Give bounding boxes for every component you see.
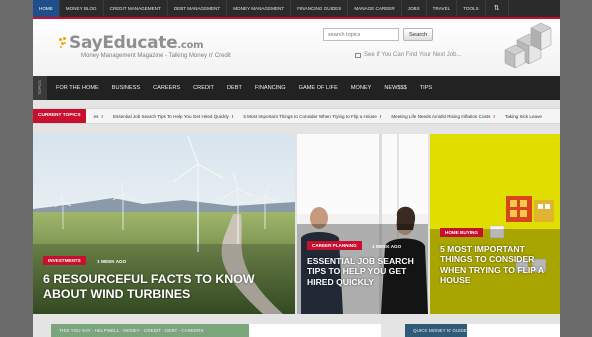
site-header: SayEducate.com Money Management Magazine… — [33, 19, 560, 76]
ticker-item[interactable]: es! — [94, 114, 103, 119]
nav-money[interactable]: Money — [344, 76, 378, 100]
site-tagline: Money Management Magazine - Talking Mone… — [81, 53, 231, 59]
topnav-home[interactable]: Home — [33, 0, 60, 17]
nav-careers[interactable]: Careers — [147, 76, 187, 100]
nav-debt[interactable]: Debt — [220, 76, 248, 100]
nav-business[interactable]: Business — [105, 76, 146, 100]
logo-text: SayEducate.com — [69, 33, 204, 53]
cubes-graphic — [504, 22, 552, 69]
job-search-link[interactable]: See If You Can Find Your Next Job... — [355, 52, 461, 58]
nav-game-of-life[interactable]: Game of Life — [292, 76, 344, 100]
category-tag[interactable]: Investments — [43, 256, 86, 265]
topnav-manage-career[interactable]: Manage Career — [348, 0, 402, 17]
more-menu-icon[interactable]: ⇅ — [486, 0, 509, 17]
featured-post-job-search[interactable]: Career Planning 1 week ago Essential Job… — [297, 134, 428, 314]
ticker-item[interactable]: Meeting Life Needs Amidst Rising Inflati… — [391, 114, 495, 119]
featured-post-wind-turbines[interactable]: Investments 1 week ago 6 Resourceful Fac… — [33, 134, 295, 314]
nav-tips[interactable]: Tips — [413, 76, 438, 100]
ticker-item[interactable]: 5 Most Important Things to Consider When… — [243, 114, 381, 119]
briefcase-icon — [355, 52, 361, 58]
ticker-item[interactable]: Taking Sick Leave — [505, 114, 542, 119]
site-logo[interactable]: SayEducate.com — [59, 33, 204, 53]
job-search-link-label: See If You Can Find Your Next Job... — [364, 52, 462, 58]
logo-dots-icon — [59, 37, 67, 49]
post-title[interactable]: 6 Resourceful Facts to Know About Wind T… — [43, 272, 283, 302]
post-title[interactable]: Essential Job Search Tips to Help You Ge… — [307, 256, 422, 287]
search-button[interactable]: Search — [403, 28, 434, 41]
top-nav: Home Money Blog Credit Management Debt M… — [33, 0, 560, 19]
topnav-money-blog[interactable]: Money Blog — [60, 0, 104, 17]
ticker-item[interactable]: Essential Job Search Tips To Help You Ge… — [113, 114, 233, 119]
nav-financing[interactable]: Financing — [248, 76, 292, 100]
section-header[interactable]: This you say - Helpwell - Money - Credit… — [51, 324, 249, 337]
featured-post-flip-house[interactable]: Home Buying 5 Most Important Things to C… — [430, 134, 560, 314]
topnav-financing-guides[interactable]: Financing Guides — [291, 0, 349, 17]
topnav-money-management[interactable]: Money Management — [227, 0, 292, 17]
current-topics-ticker: Current Topics es! Essential Job Search … — [33, 108, 560, 124]
topics-tab[interactable]: TOPICS — [33, 76, 47, 100]
featured-posts: Investments 1 week ago 6 Resourceful Fac… — [33, 134, 560, 314]
nav-for-the-home[interactable]: For The Home — [47, 76, 105, 100]
search-input[interactable] — [323, 28, 399, 41]
category-tag[interactable]: Home Buying — [440, 228, 483, 237]
topnav-credit-management[interactable]: Credit Management — [104, 0, 168, 17]
category-tag[interactable]: Career Planning — [307, 241, 362, 250]
house-blocks-image — [430, 134, 560, 314]
ticker-label: Current Topics — [33, 109, 86, 123]
topnav-travel[interactable]: Travel — [427, 0, 458, 17]
post-title[interactable]: 5 Most Important Things to Consider When… — [440, 244, 555, 286]
page: Home Money Blog Credit Management Debt M… — [33, 0, 560, 337]
topnav-debt-management[interactable]: Debt Management — [168, 0, 228, 17]
topnav-jobs[interactable]: Jobs — [402, 0, 427, 17]
post-age: 1 week ago — [372, 244, 402, 249]
nav-news[interactable]: New$$$ — [378, 76, 413, 100]
topnav-tools[interactable]: Tools — [457, 0, 486, 17]
search-form: Search — [323, 28, 434, 41]
posts-section: This you say - Helpwell - Money - Credit… — [51, 324, 381, 337]
post-age: 1 week ago — [97, 259, 127, 264]
sidebar-section: Quick Money N' Guides — [405, 324, 560, 337]
nav-credit[interactable]: Credit — [187, 76, 221, 100]
sidebar-header[interactable]: Quick Money N' Guides — [405, 324, 470, 337]
ticker-items: es! Essential Job Search Tips To Help Yo… — [94, 114, 552, 119]
main-nav: TOPICS For The Home Business Careers Cre… — [33, 76, 560, 100]
